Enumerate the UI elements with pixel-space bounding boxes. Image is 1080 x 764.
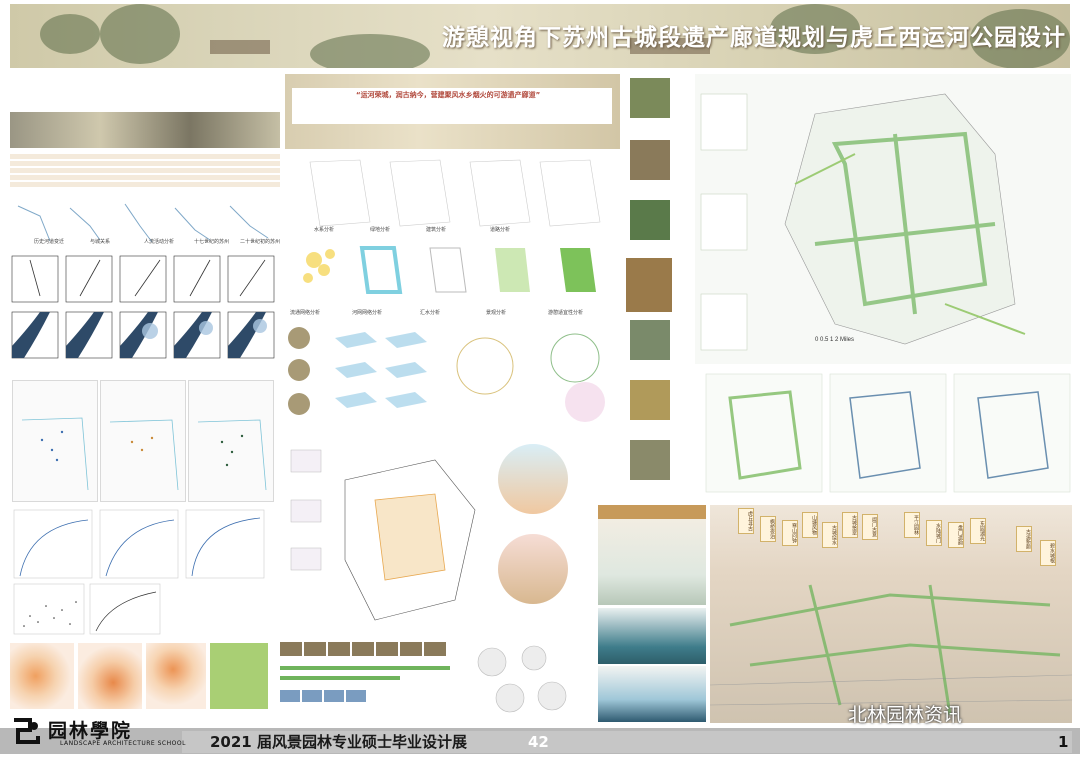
analysis-label: 游憩适宜性分析 [548,310,584,316]
analysis-label: 景观分析 [486,310,507,316]
callout-label: 古城拾翠 [842,512,858,538]
history-photo-strip-2 [10,112,280,148]
analysis-label: 水系分析 [314,227,335,233]
callout-label: 平江园林 [904,512,920,538]
scale-bar-label: 0 0.5 1 2 Miles [815,337,854,343]
site-photo [630,200,670,240]
painting-tree [100,4,180,64]
layer-analysis-maps [303,159,601,294]
render-boats [598,666,706,722]
history-table [10,154,280,188]
callout-label: 寒山问钟 [782,520,798,546]
school-logo-text: 园林學院 [48,720,133,742]
render-lakeside [598,608,706,664]
map-label: 十七世纪的苏州 [194,239,230,245]
site-photo [630,320,670,360]
map-label: 历史河道变迁 [34,239,65,245]
callout-label: 阊门古意 [862,514,878,540]
route-maps [705,373,1071,493]
map-label: 二十世纪初的苏州 [240,239,281,245]
concept-diagrams [288,327,605,422]
painting-tree [40,14,100,54]
callout-label: 山塘风物 [802,512,818,538]
heatmap-3 [146,643,206,709]
exhibition-number: 42 [528,733,549,751]
poi-map-overlay [21,417,267,491]
callout-label: 古城绕水 [822,522,838,548]
illustration-circle-1 [498,444,568,514]
heatmap-1 [10,643,74,709]
site-photo [630,140,670,180]
analysis-label: 绿地分析 [370,227,391,233]
illustration-circle-2 [498,534,568,604]
callout-label: 碧水城根 [1040,540,1056,566]
masterplan-map: 0 0.5 1 2 Miles [695,74,1071,364]
history-photo-strip-1 [10,74,280,110]
page-number: 1 [1058,733,1069,751]
callout-label: 水陆城门 [926,520,942,546]
heatmap-2 [78,643,142,709]
page-title: 游憩视角下苏州古城段遗产廊道规划与虎丘西运河公园设计 [442,24,1066,51]
analysis-label: 流通网络分析 [290,310,321,316]
site-photo [630,78,670,118]
district-plan [290,449,476,621]
site-photo [626,258,672,312]
callout-label: 虎丘寻古 [738,508,754,534]
analysis-label: 河网网络分析 [352,310,383,316]
vignette-circles [477,645,567,713]
analysis-label: 建筑分析 [426,227,447,233]
painting-tree [310,34,430,68]
intro-slogan: “运河荣城，润古纳今，营建聚风水乡烟火的可游遗产廊道” [356,91,541,99]
historic-maps-grid [11,203,275,359]
callout-label: 枫桥夜泊 [760,516,776,542]
exhibition-title: 2021 届风景园林专业硕士毕业设计展 [210,733,467,751]
map-label: 与城关系 [90,239,111,245]
callout-label: 古运新颜 [1016,526,1032,552]
wechat-watermark: 北林园林资讯 [848,704,963,726]
statistics-graphs [13,509,265,635]
callout-label: 东园湖光 [970,518,986,544]
analysis-label: 道路分析 [490,227,511,233]
site-photo [630,380,670,420]
render-pavilion [598,505,706,605]
site-photo [630,440,670,480]
callout-label: 盘门遗韵 [948,522,964,548]
green-network-map [210,643,268,709]
analysis-label: 汇水分析 [420,310,441,316]
painting-roof [210,40,270,54]
image-timeline [280,642,450,702]
school-logo-icon [14,718,40,744]
school-logo-subtitle: LANDSCAPE ARCHITECTURE SCHOOL [60,740,186,747]
map-label: 人流活动分析 [144,239,175,245]
